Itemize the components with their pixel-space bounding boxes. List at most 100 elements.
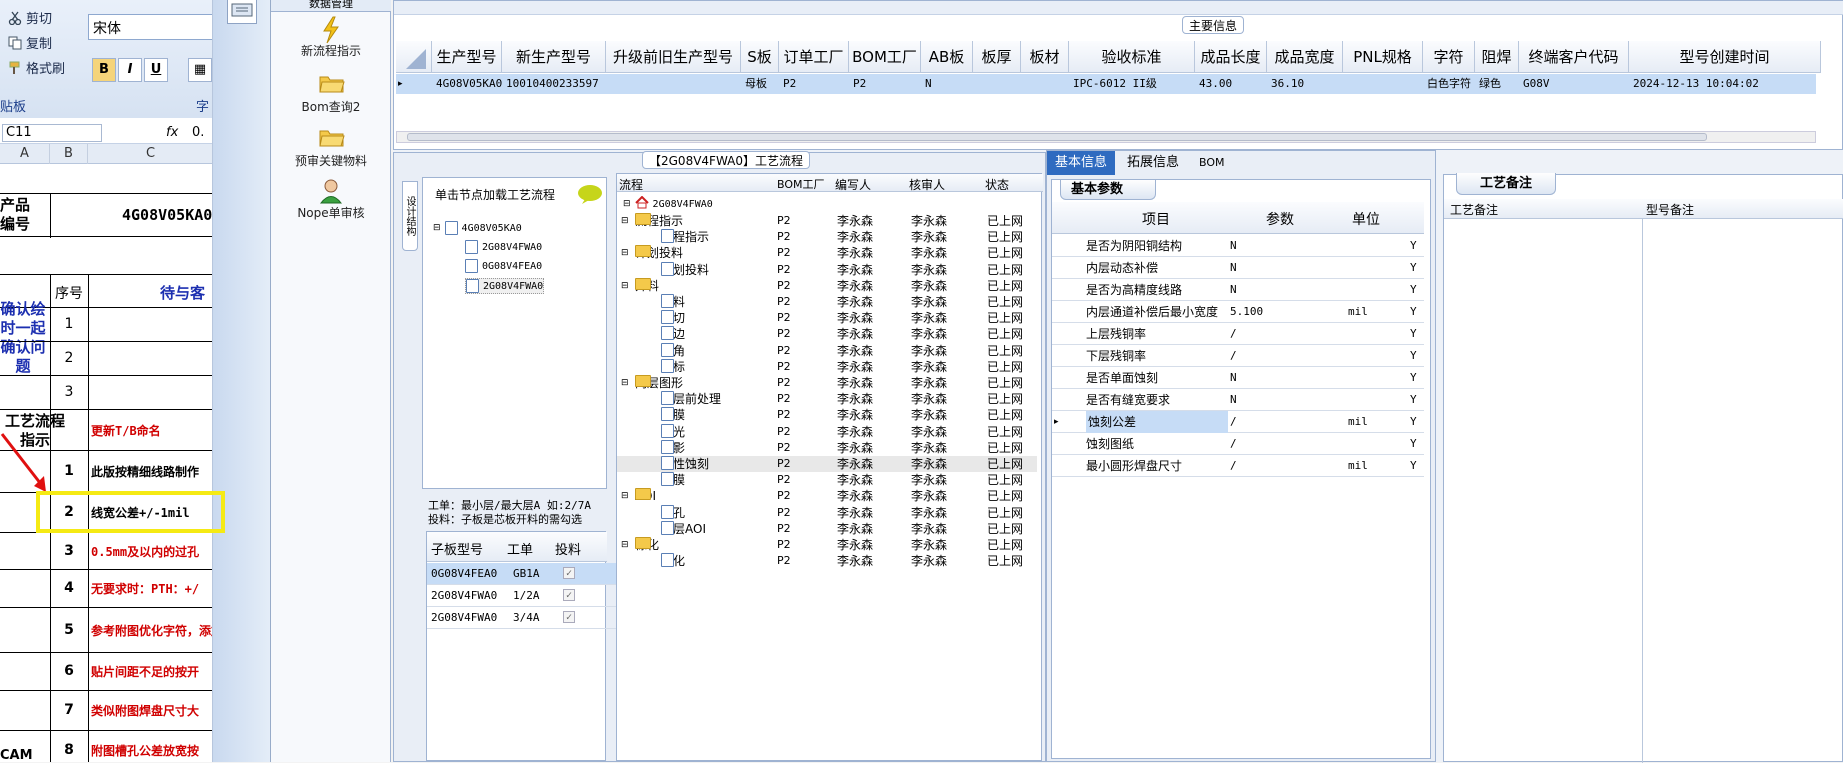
border-button[interactable]: ▦ — [188, 58, 212, 82]
nav-preaudit[interactable]: 预审关键物料 — [271, 126, 391, 169]
feed-checkbox[interactable]: ✓ — [563, 611, 575, 623]
sub-header-model[interactable]: 子板型号 — [431, 539, 483, 558]
main-info-cell[interactable]: 2024-12-13 10:04:02 — [1629, 74, 1821, 94]
param-value[interactable]: / — [1230, 345, 1237, 367]
process-row[interactable]: 贴膜 P2 李永森 李永森 已上网 — [617, 407, 1037, 423]
params-header-value[interactable]: 参数 — [1266, 209, 1294, 229]
process-row[interactable]: ⊟ 内层图形 P2 李永森 李永森 已上网 — [617, 375, 1037, 391]
process-root-node[interactable]: ⊟ 2G08V4FWA0 — [623, 195, 713, 212]
main-info-col-header[interactable]: 成品宽度 — [1267, 41, 1343, 73]
main-info-cell[interactable]: 43.00 — [1195, 74, 1267, 94]
tab-bom[interactable]: BOM — [1191, 151, 1233, 175]
process-row[interactable]: ⊟AOIP2李永森李永森已上网 — [617, 488, 1037, 504]
name-box[interactable]: C11 — [2, 124, 102, 142]
tree-root-node[interactable]: ⊟ 4G08V05KA0 — [433, 221, 522, 235]
main-info-col-header[interactable]: 验收标准 — [1069, 41, 1195, 73]
process-row[interactable]: 流程指示 P2 李永森 李永森 已上网 — [617, 229, 1037, 245]
process-row[interactable]: 内层AOI P2 李永森 李永森 已上网 — [617, 520, 1037, 537]
param-row[interactable]: 最小圆形焊盘尺寸 / mil Y — [1052, 455, 1424, 477]
col-b-header[interactable]: B — [50, 144, 88, 164]
feed-checkbox[interactable]: ✓ — [563, 567, 575, 579]
main-info-col-header[interactable]: PNL规格 — [1343, 41, 1423, 73]
process-header-flow[interactable]: 流程 — [619, 176, 643, 193]
param-row[interactable]: 是否有缝宽要求 N Y — [1052, 389, 1424, 411]
copy-button[interactable]: 复制 — [8, 33, 52, 52]
process-row[interactable]: 酸性蚀刻 P2 李永森 李永森 已上网 — [617, 456, 1037, 472]
params-header-item[interactable]: 项目 — [1142, 209, 1170, 229]
main-info-scrollbar[interactable] — [396, 131, 1816, 143]
process-row[interactable]: ⊟棕化P2李永森李永森已上网 — [617, 537, 1037, 553]
main-info-col-header[interactable]: 生产型号 — [432, 41, 502, 73]
param-row[interactable]: 是否单面蚀刻 N Y — [1052, 367, 1424, 389]
process-row[interactable]: 计划投料 P2 李永森 李永森 已上网 — [617, 261, 1037, 278]
main-info-col-header[interactable]: BOM工厂 — [849, 41, 921, 73]
process-row[interactable]: ⊟ 流程指示 P2 李永森 李永森 已上网 — [617, 213, 1037, 229]
process-row[interactable]: 圆角 P2 李永森 李永森 已上网 — [617, 342, 1037, 359]
param-value[interactable]: / — [1230, 411, 1237, 433]
param-value[interactable]: / — [1230, 455, 1237, 477]
param-value[interactable]: N — [1230, 279, 1237, 301]
tab-basic-info[interactable]: 基本信息 — [1047, 151, 1116, 175]
sub-header-order[interactable]: 工单 — [507, 539, 533, 558]
feed-checkbox[interactable]: ✓ — [563, 589, 575, 601]
main-info-cell[interactable] — [973, 74, 1021, 94]
main-info-col-header[interactable]: 板厚 — [973, 41, 1021, 73]
sub-board-row[interactable]: 0G08V4FEA0 GB1A ✓ — [427, 563, 617, 585]
main-info-col-header[interactable]: 阻焊 — [1475, 41, 1519, 73]
bold-button[interactable]: B — [92, 58, 116, 82]
param-value[interactable]: / — [1230, 433, 1237, 455]
main-info-col-header[interactable]: 新生产型号 — [502, 41, 606, 73]
param-row[interactable]: 蚀刻图纸 / Y — [1052, 433, 1424, 455]
format-painter-button[interactable]: 格式刷 — [8, 58, 65, 77]
main-info-cell[interactable] — [1343, 74, 1423, 94]
col-c-header[interactable]: C — [88, 144, 212, 164]
design-structure-tab[interactable]: 设计结构 — [402, 181, 418, 251]
process-row[interactable]: 内层前处理 P2 李永森 李永森 已上网 — [617, 391, 1037, 407]
param-row[interactable]: 下层残铜率 / Y — [1052, 345, 1424, 367]
nav-nope-audit[interactable]: Nope单审核 — [271, 178, 391, 221]
process-row[interactable]: 冲孔 P2 李永森 李永森 已上网 — [617, 504, 1037, 521]
nav-new-flow[interactable]: 新流程指示 — [271, 16, 391, 59]
param-value[interactable]: N — [1230, 367, 1237, 389]
italic-button[interactable]: I — [118, 58, 142, 82]
sub-board-row[interactable]: 2G08V4FWA0 3/4A ✓ — [427, 607, 617, 629]
sub-header-feed[interactable]: 投料 — [555, 539, 581, 558]
main-info-cell[interactable]: 10010400233597 — [502, 74, 606, 94]
nav-bom-query[interactable]: Bom查询2 — [271, 72, 391, 115]
param-value[interactable]: N — [1230, 235, 1237, 257]
main-info-cell[interactable]: 36.10 — [1267, 74, 1343, 94]
main-info-col-header[interactable]: 型号创建时间 — [1629, 41, 1821, 73]
process-row[interactable]: 退膜 P2 李永森 李永森 已上网 — [617, 472, 1037, 488]
main-info-col-header[interactable]: S板 — [741, 41, 779, 73]
col-a-header[interactable]: A — [0, 144, 50, 164]
main-info-col-header[interactable]: 字符 — [1423, 41, 1475, 73]
param-row[interactable]: 是否为高精度线路 N Y — [1052, 279, 1424, 301]
sub-board-row[interactable]: 2G08V4FWA0 1/2A ✓ — [427, 585, 617, 607]
cut-button[interactable]: 剪切 — [8, 8, 52, 27]
param-row[interactable]: 是否为阴阳铜结构 N Y — [1052, 235, 1424, 257]
main-info-cell[interactable]: IPC-6012 II级 — [1069, 74, 1195, 94]
main-info-cell[interactable]: 4G08V05KA0 — [432, 74, 502, 94]
tree-node[interactable]: 0G08V4FEA0 — [465, 259, 542, 273]
process-row[interactable]: 显影 P2 李永森 李永森 已上网 — [617, 439, 1037, 456]
formula-input[interactable]: 0. — [192, 125, 204, 140]
process-row[interactable]: 裁切 P2 李永森 李永森 已上网 — [617, 310, 1037, 326]
main-info-cell[interactable]: N — [921, 74, 973, 94]
remark-col-process[interactable]: 工艺备注 — [1450, 201, 1498, 218]
param-value[interactable]: N — [1230, 257, 1237, 279]
main-info-col-header[interactable]: 成品长度 — [1195, 41, 1267, 73]
param-row[interactable]: 内层通道补偿后最小宽度 5.100 mil Y — [1052, 301, 1424, 323]
font-name-select[interactable]: 宋体 — [88, 14, 212, 40]
remark-col-model[interactable]: 型号备注 — [1646, 201, 1694, 218]
main-info-cell[interactable]: 母板 — [741, 74, 779, 94]
process-row[interactable]: ⊟开料P2李永森李永森已上网 — [617, 277, 1037, 294]
main-info-col-header[interactable]: 升级前旧生产型号 — [606, 41, 741, 73]
main-info-col-header[interactable]: 板材 — [1021, 41, 1069, 73]
main-info-cell[interactable] — [606, 74, 741, 94]
param-value[interactable]: 5.100 — [1230, 301, 1263, 323]
param-row[interactable]: 上层残铜率 / Y — [1052, 323, 1424, 345]
toolbox-icon[interactable] — [227, 0, 257, 24]
main-info-col-header[interactable]: AB板 — [921, 41, 973, 73]
param-row[interactable]: ▸ 蚀刻公差 / mil Y — [1052, 411, 1424, 433]
model-remark-textarea[interactable] — [1644, 219, 1840, 759]
